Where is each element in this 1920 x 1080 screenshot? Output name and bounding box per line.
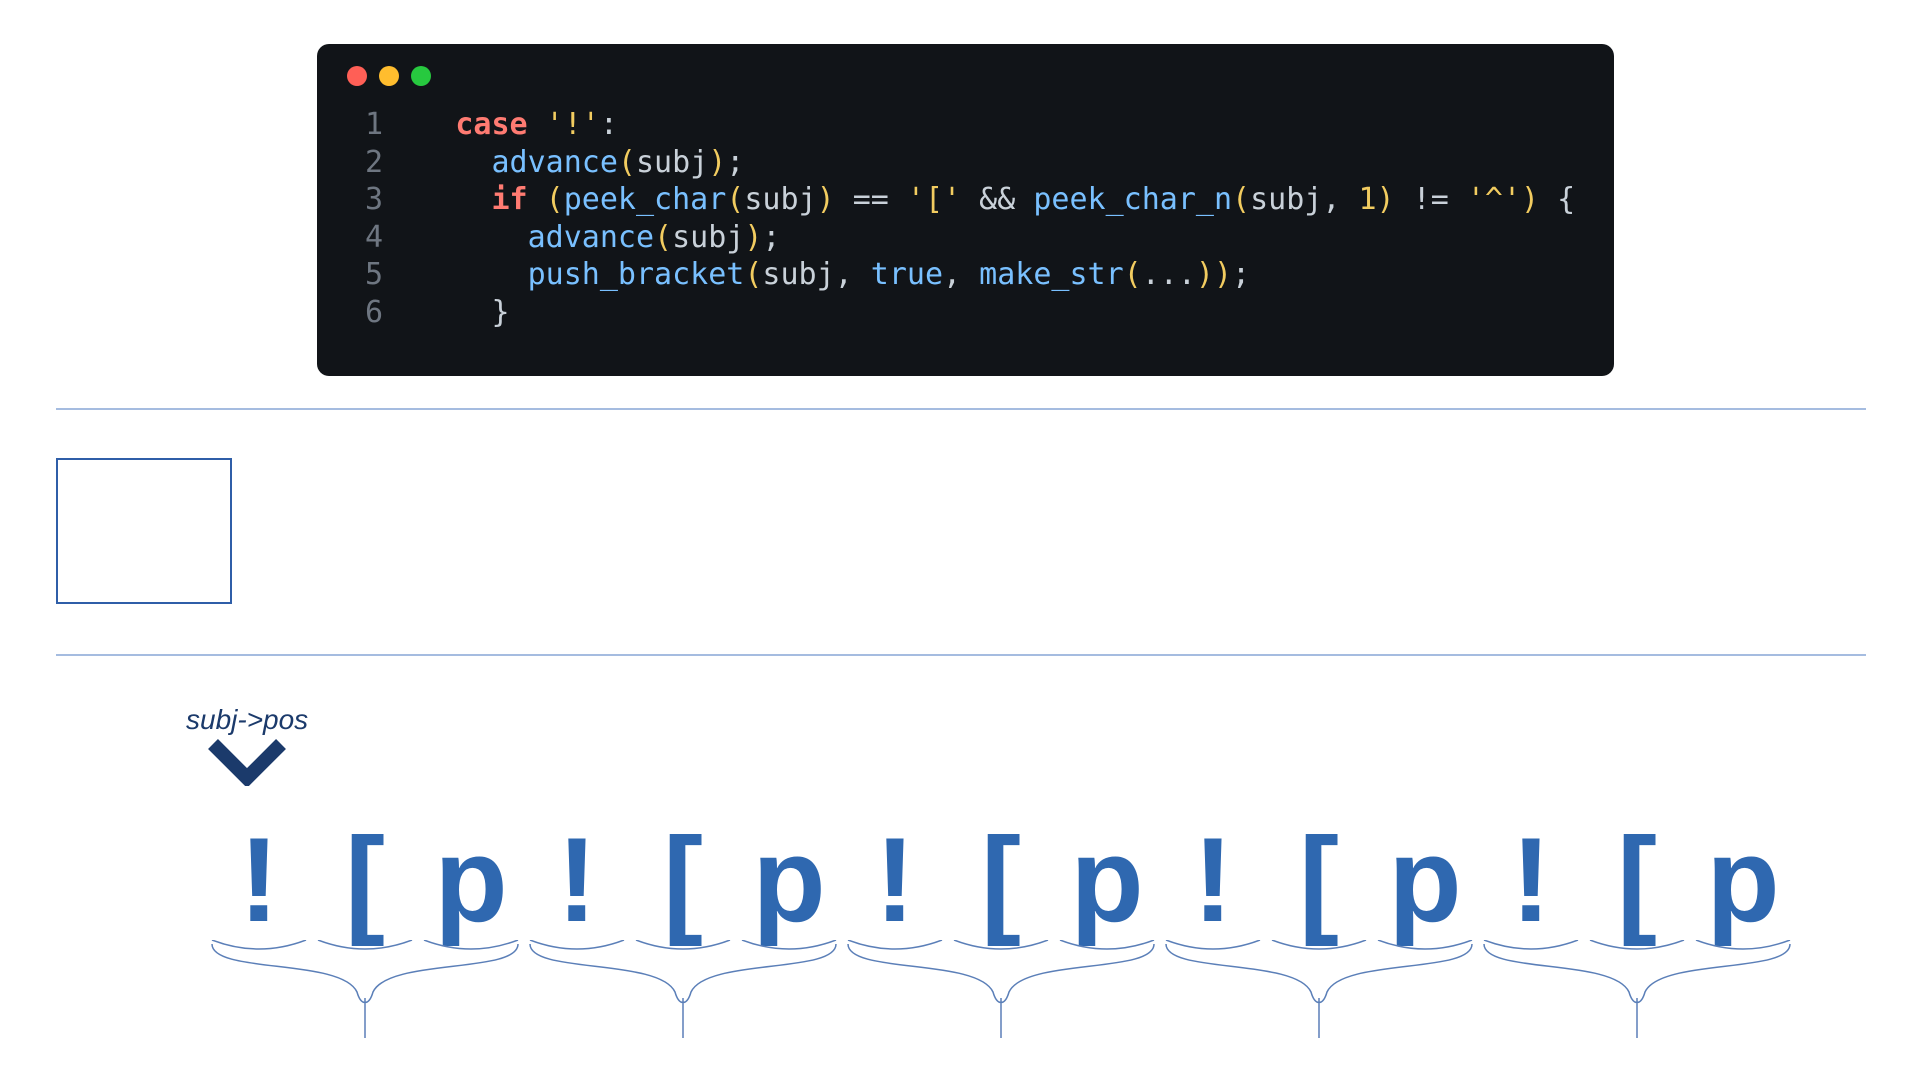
line-number: 1	[347, 106, 383, 144]
pointer-label: subj->pos	[186, 704, 308, 736]
code-window: 1 case '!':2 advance(subj);3 if (peek_ch…	[317, 44, 1614, 376]
input-char: !	[1160, 820, 1266, 940]
line-number: 4	[347, 219, 383, 257]
input-char: !	[842, 820, 948, 940]
window-traffic-lights	[347, 66, 1584, 86]
input-char: p	[1372, 820, 1478, 940]
line-number: 5	[347, 256, 383, 294]
input-char: [	[312, 820, 418, 940]
input-char: [	[1266, 820, 1372, 940]
input-buffer: ![p![p![p![p![p	[206, 820, 1796, 940]
state-box	[56, 458, 232, 604]
line-number: 2	[347, 144, 383, 182]
position-pointer: subj->pos	[186, 704, 308, 786]
input-char: [	[1584, 820, 1690, 940]
input-char: p	[1690, 820, 1796, 940]
line-number: 3	[347, 181, 383, 219]
input-char: !	[206, 820, 312, 940]
zoom-icon	[411, 66, 431, 86]
input-char: [	[630, 820, 736, 940]
input-char: !	[524, 820, 630, 940]
input-char: p	[1054, 820, 1160, 940]
divider	[56, 654, 1866, 656]
code-listing: 1 case '!':2 advance(subj);3 if (peek_ch…	[347, 106, 1584, 331]
close-icon	[347, 66, 367, 86]
minimize-icon	[379, 66, 399, 86]
input-char: p	[418, 820, 524, 940]
input-char: [	[948, 820, 1054, 940]
input-char: !	[1478, 820, 1584, 940]
input-char: p	[736, 820, 842, 940]
divider	[56, 408, 1866, 410]
grouping-braces	[206, 940, 1796, 1040]
chevron-down-icon	[207, 738, 287, 786]
line-number: 6	[347, 294, 383, 332]
